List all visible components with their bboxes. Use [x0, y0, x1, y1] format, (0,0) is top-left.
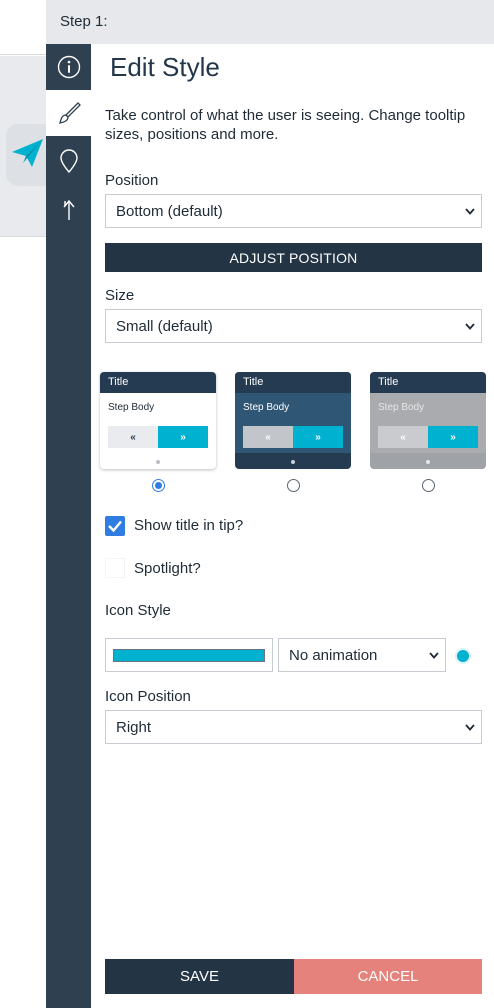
preview-dot — [426, 460, 430, 464]
animation-select[interactable]: No animation — [278, 638, 446, 672]
preview-dot — [291, 460, 295, 464]
rail-item-info[interactable] — [46, 44, 91, 90]
theme-radio-light[interactable] — [152, 479, 165, 492]
size-select[interactable]: Small (default) — [105, 309, 482, 343]
panel-description: Take control of what the user is seeing.… — [105, 107, 466, 143]
step-header: Step 1: — [46, 0, 494, 44]
preview-prev-button: « — [243, 426, 293, 448]
preview-prev-button: « — [378, 426, 428, 448]
position-label: Position — [105, 172, 159, 189]
theme-radio-gray[interactable] — [422, 479, 435, 492]
cancel-button[interactable]: CANCEL — [294, 959, 482, 994]
preview-next-button: » — [158, 426, 208, 448]
rail-item-style[interactable] — [46, 90, 91, 136]
theme-radio-dark[interactable] — [287, 479, 300, 492]
show-title-label: Show title in tip? — [134, 517, 244, 534]
rail-item-location[interactable] — [46, 138, 91, 184]
animation-select-value: No animation — [289, 647, 378, 664]
preview-buttons: « » — [243, 426, 343, 448]
preview-next-button: » — [428, 426, 478, 448]
save-button[interactable]: SAVE — [105, 959, 294, 994]
preview-next-button: » — [293, 426, 343, 448]
icon-preview-dot — [455, 648, 471, 664]
page-divider — [0, 54, 46, 55]
paper-plane-icon[interactable] — [10, 136, 44, 170]
preview-buttons: « » — [108, 426, 208, 448]
chevron-down-icon — [465, 208, 475, 215]
size-select-value: Small (default) — [116, 318, 213, 335]
side-rail — [46, 44, 91, 1008]
edit-style-panel: Edit Style Take control of what the user… — [91, 44, 494, 1008]
chevron-down-icon — [465, 724, 475, 731]
branch-icon — [62, 199, 75, 220]
brush-icon — [58, 102, 81, 124]
position-select[interactable]: Bottom (default) — [105, 194, 482, 228]
preview-prev-button: « — [108, 426, 158, 448]
adjust-position-button[interactable]: ADJUST POSITION — [105, 243, 482, 272]
preview-title: Title — [100, 372, 216, 393]
preview-dot — [156, 460, 160, 464]
theme-preview-light[interactable]: Title Step Body « » — [100, 372, 216, 469]
spotlight-checkbox[interactable] — [105, 558, 125, 578]
icon-position-select-value: Right — [116, 719, 152, 736]
spotlight-label: Spotlight? — [134, 560, 201, 577]
icon-position-select[interactable]: Right — [105, 710, 482, 744]
preview-title: Title — [235, 372, 351, 393]
page-divider — [0, 236, 46, 237]
rail-item-branch[interactable] — [46, 186, 91, 232]
size-label: Size — [105, 287, 135, 304]
icon-style-label: Icon Style — [105, 602, 171, 619]
chevron-down-icon — [429, 652, 439, 659]
step-title: Step 1: — [60, 13, 108, 30]
page-title: Edit Style — [110, 52, 220, 82]
preview-body: Step Body — [108, 402, 155, 413]
theme-preview-gray[interactable]: Title Step Body « » — [370, 372, 486, 469]
preview-title: Title — [370, 372, 486, 393]
position-select-value: Bottom (default) — [116, 203, 223, 220]
theme-preview-dark[interactable]: Title Step Body « » — [235, 372, 351, 469]
checkmark-icon — [108, 520, 122, 533]
icon-color-swatch — [113, 649, 265, 662]
location-pin-icon — [59, 149, 78, 174]
icon-color-picker[interactable] — [105, 638, 273, 672]
icon-position-label: Icon Position — [105, 688, 191, 705]
preview-buttons: « » — [378, 426, 478, 448]
show-title-checkbox[interactable] — [105, 516, 125, 536]
chevron-down-icon — [465, 323, 475, 330]
info-icon — [57, 55, 80, 79]
